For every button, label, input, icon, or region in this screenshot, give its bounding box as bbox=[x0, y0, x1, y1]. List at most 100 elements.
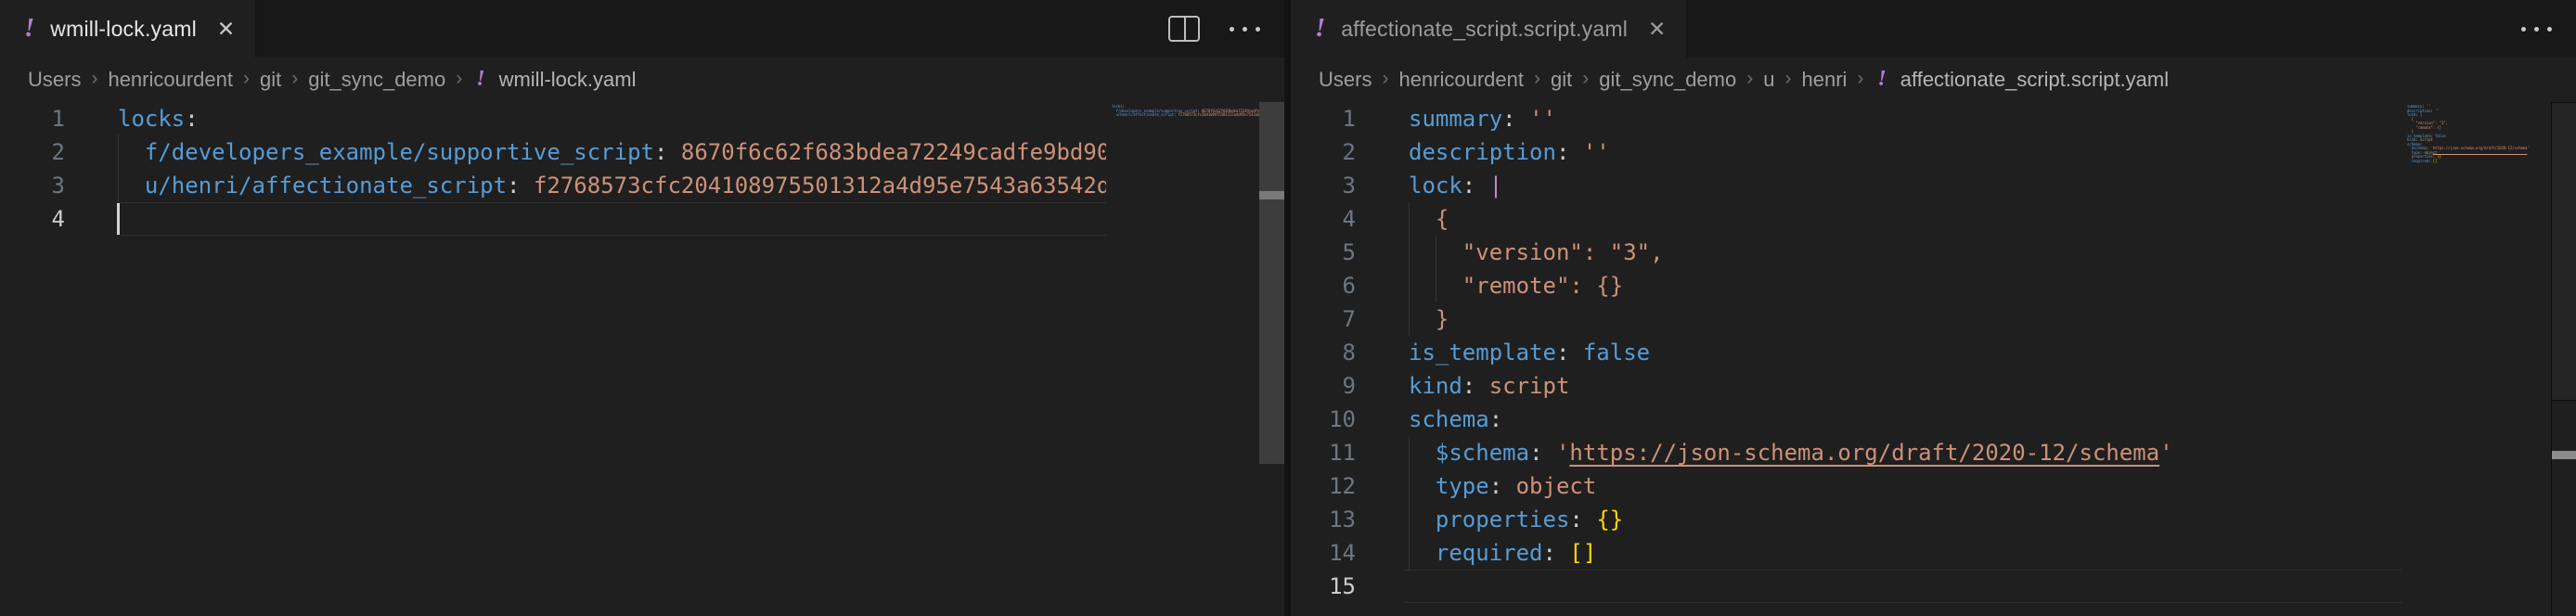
text-cursor bbox=[117, 203, 120, 235]
line-number: 8 bbox=[1291, 336, 1356, 369]
vertical-scrollbar-slider[interactable] bbox=[1259, 102, 1284, 464]
code-line-text: properties: {} bbox=[1409, 503, 2402, 536]
code-token: https://json-schema.org/draft/2020-12/sc… bbox=[1569, 440, 2159, 466]
split-editor-icon[interactable] bbox=[1168, 16, 1200, 42]
warning-icon: ! bbox=[1315, 15, 1325, 42]
breadcrumb-item-git_sync_demo[interactable]: git_sync_demo bbox=[1599, 68, 1736, 92]
breadcrumb-item-henri[interactable]: henri bbox=[1801, 68, 1847, 92]
breadcrumb-item-git[interactable]: git bbox=[1551, 68, 1572, 92]
close-icon[interactable]: ✕ bbox=[217, 19, 235, 40]
code-token: : bbox=[1462, 373, 1489, 399]
code-token: u/henri/affectionate_script bbox=[1116, 112, 1174, 117]
code-line: 10schema: bbox=[1291, 403, 2576, 436]
editor-actions bbox=[2521, 0, 2552, 58]
code-token: required bbox=[1436, 540, 1543, 566]
line-number: 9 bbox=[1291, 369, 1356, 403]
line-number: 13 bbox=[1291, 503, 1356, 536]
tab-affectionate_script.script.yaml[interactable]: !affectionate_script.script.yaml✕ bbox=[1291, 0, 1687, 58]
tab-bar: !wmill-lock.yaml✕ bbox=[0, 0, 1284, 58]
code-line: 13 properties: {} bbox=[1291, 503, 2576, 536]
breadcrumb-item-git_sync_demo[interactable]: git_sync_demo bbox=[308, 68, 445, 92]
code-token: locks bbox=[118, 106, 185, 132]
code-line: 12 type: object bbox=[1291, 469, 2576, 503]
code-token: u/henri/affectionate_script bbox=[145, 173, 507, 199]
line-number: 4 bbox=[0, 202, 65, 236]
code-line-text: u/henri/affectionate_script: f2768573cfc… bbox=[118, 169, 1106, 202]
breadcrumb-separator: › bbox=[1582, 68, 1589, 90]
breadcrumb-item-git[interactable]: git bbox=[260, 68, 281, 92]
code-token: : bbox=[1529, 440, 1556, 466]
tab-wmill-lock.yaml[interactable]: !wmill-lock.yaml✕ bbox=[0, 0, 256, 58]
code-token bbox=[1409, 206, 1436, 232]
line-number: 7 bbox=[1291, 302, 1356, 336]
code-line: 4 bbox=[0, 202, 1284, 236]
code-token bbox=[1409, 440, 1436, 466]
editor-actions bbox=[1168, 0, 1260, 58]
code-token: properties bbox=[1436, 507, 1570, 533]
line-number: 14 bbox=[1291, 536, 1356, 570]
code-token: | bbox=[1489, 173, 1502, 199]
code-token: : bbox=[185, 106, 198, 132]
code-token: type bbox=[1436, 473, 1489, 499]
line-number: 15 bbox=[1291, 570, 1356, 603]
overview-ruler-cursor-mark bbox=[1259, 191, 1284, 199]
code-token: description bbox=[1409, 139, 1556, 165]
line-number: 10 bbox=[1291, 403, 1356, 436]
code-token: [] bbox=[2433, 159, 2438, 163]
code-token: f/developers_example/supportive_script bbox=[145, 139, 654, 165]
code-line: 15 bbox=[1291, 570, 2576, 603]
code-token bbox=[1409, 507, 1436, 533]
code-line: 11 $schema: 'https://json-schema.org/dra… bbox=[1291, 436, 2576, 469]
close-icon[interactable]: ✕ bbox=[1648, 19, 1666, 40]
breadcrumb-separator: › bbox=[456, 68, 462, 90]
code-token: : bbox=[1556, 139, 1583, 165]
code-line-text: summary: '' bbox=[1409, 102, 2402, 135]
minimap[interactable]: locks: f/developers_example/supportive_s… bbox=[1106, 102, 1259, 616]
code-token: : bbox=[654, 139, 681, 165]
code-token: "version": "3", bbox=[1462, 239, 1664, 265]
vertical-scrollbar-slider[interactable] bbox=[2552, 102, 2576, 401]
code-token: false bbox=[1583, 340, 1650, 366]
more-actions-icon[interactable] bbox=[1230, 27, 1260, 32]
editor-pane[interactable]: 1summary: ''2description: ''3lock: |4 {5… bbox=[1291, 102, 2576, 616]
code-token bbox=[1409, 473, 1436, 499]
more-actions-icon[interactable] bbox=[2521, 27, 2552, 32]
breadcrumb-separator: › bbox=[91, 68, 97, 90]
code-token: '' bbox=[1529, 106, 1556, 132]
code-line-text: "remote": {} bbox=[1409, 269, 2402, 302]
line-number: 11 bbox=[1291, 436, 1356, 469]
code-line-text: "version": "3", bbox=[1409, 236, 2402, 269]
breadcrumb-item-Users[interactable]: Users bbox=[1319, 68, 1372, 92]
code-line: 2description: '' bbox=[1291, 135, 2576, 169]
code-line: 8is_template: false bbox=[1291, 336, 2576, 369]
breadcrumb-file[interactable]: wmill-lock.yaml bbox=[499, 68, 637, 92]
code-line-text: f/developers_example/supportive_script: … bbox=[118, 135, 1106, 169]
code-line: 9kind: script bbox=[1291, 369, 2576, 403]
code-line-text: } bbox=[1409, 302, 2402, 336]
breadcrumb-item-Users[interactable]: Users bbox=[28, 68, 81, 92]
code-token: ' bbox=[1556, 440, 1569, 466]
breadcrumb-item-u[interactable]: u bbox=[1763, 68, 1774, 92]
code-line-text: lock: | bbox=[1409, 169, 2402, 202]
code-token: "remote": {} bbox=[2415, 125, 2441, 130]
editor-group-right: !affectionate_script.script.yaml✕Users›h… bbox=[1291, 0, 2576, 616]
code-token: : bbox=[1462, 173, 1489, 199]
code-line: 1locks: bbox=[0, 102, 1284, 135]
breadcrumb-separator: › bbox=[1534, 68, 1540, 90]
line-number: 1 bbox=[1291, 102, 1356, 135]
minimap[interactable]: summary: ''description: ''lock: | { "ver… bbox=[2402, 102, 2551, 616]
breadcrumb-item-henricourdent[interactable]: henricourdent bbox=[1398, 68, 1524, 92]
breadcrumb-file[interactable]: affectionate_script.script.yaml bbox=[1900, 68, 2169, 92]
code-token: : bbox=[507, 173, 534, 199]
breadcrumb-item-henricourdent[interactable]: henricourdent bbox=[108, 68, 233, 92]
code-token: lock bbox=[1409, 173, 1462, 199]
editor-group-sash[interactable] bbox=[1284, 0, 1291, 616]
breadcrumb-separator: › bbox=[243, 68, 250, 90]
warning-icon: ! bbox=[24, 15, 34, 42]
editor-pane[interactable]: 1locks:2 f/developers_example/supportive… bbox=[0, 102, 1284, 616]
breadcrumb-separator: › bbox=[1746, 68, 1753, 90]
code-line: 14 required: [] bbox=[1291, 536, 2576, 570]
line-number: 3 bbox=[1291, 169, 1356, 202]
code-token: : bbox=[1502, 106, 1529, 132]
tab-bar: !affectionate_script.script.yaml✕ bbox=[1291, 0, 2576, 58]
